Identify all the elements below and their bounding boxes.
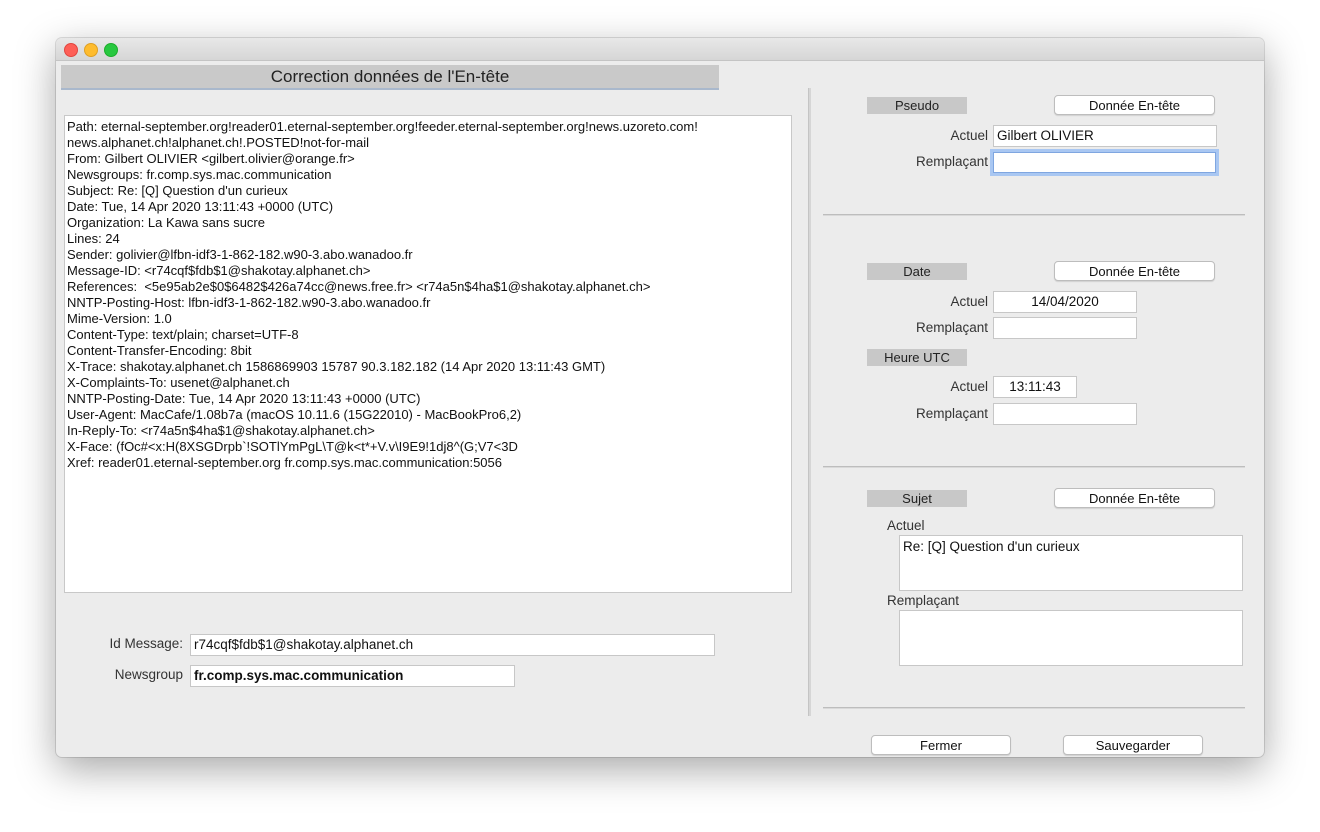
pseudo-remplacant-input[interactable] [993, 152, 1216, 173]
sujet-remplacant-label: Remplaçant [887, 593, 960, 608]
header-line: X-Trace: shakotay.alphanet.ch 1586869903… [67, 359, 606, 374]
pseudo-actuel-field[interactable]: Gilbert OLIVIER [993, 125, 1217, 147]
sujet-actuel-textarea[interactable]: Re: [Q] Question d'un curieux [899, 535, 1243, 591]
section-separator [823, 466, 1245, 469]
pseudo-actuel-label: Actuel [950, 128, 988, 143]
header-line: From: Gilbert OLIVIER <gilbert.olivier@o… [67, 151, 355, 166]
pseudo-remplacant-label: Remplaçant [915, 154, 988, 169]
header-line: Content-Type: text/plain; charset=UTF-8 [67, 327, 299, 342]
header-line: Path: eternal-september.org!reader01.ete… [67, 119, 698, 134]
date-actuel-label: Actuel [950, 294, 988, 309]
section-separator [823, 707, 1245, 710]
header-line: Subject: Re: [Q] Question d'un curieux [67, 183, 288, 198]
header-line: Sender: golivier@lfbn-idf3-1-862-182.w90… [67, 247, 413, 262]
header-correction-window: Correction données de l'En-tête Path: et… [56, 38, 1264, 757]
headers-text-view[interactable]: Path: eternal-september.org!reader01.ete… [64, 115, 792, 593]
pseudo-header-data-button[interactable]: Donnée En-tête [1054, 95, 1215, 115]
close-window-icon[interactable] [64, 43, 78, 57]
id-message-label: Id Message: [109, 636, 183, 651]
header-line: NNTP-Posting-Host: lfbn-idf3-1-862-182.w… [67, 295, 431, 310]
header-line: Xref: reader01.eternal-september.org fr.… [67, 455, 502, 470]
header-line: Organization: La Kawa sans sucre [67, 215, 265, 230]
header-line: In-Reply-To: <r74a5n$4ha$1@shakotay.alph… [67, 423, 375, 438]
header-line: X-Complaints-To: usenet@alphanet.ch [67, 375, 290, 390]
newsgroup-label: Newsgroup [114, 667, 183, 682]
pseudo-tag: Pseudo [867, 97, 967, 114]
newsgroup-field[interactable]: fr.comp.sys.mac.communication [190, 665, 515, 687]
title-bar[interactable] [56, 38, 1264, 61]
header-line: User-Agent: MacCafe/1.08b7a (macOS 10.11… [67, 407, 522, 422]
save-button[interactable]: Sauvegarder [1063, 735, 1203, 755]
section-separator [823, 214, 1245, 217]
heure-actuel-field[interactable]: 13:11:43 [993, 376, 1077, 398]
zoom-window-icon[interactable] [104, 43, 118, 57]
id-message-field[interactable]: r74cqf$fdb$1@shakotay.alphanet.ch [190, 634, 715, 656]
header-line: Mime-Version: 1.0 [67, 311, 172, 326]
page-title: Correction données de l'En-tête [61, 65, 719, 90]
date-header-data-button[interactable]: Donnée En-tête [1054, 261, 1215, 281]
date-tag: Date [867, 263, 967, 280]
heure-remplacant-input[interactable] [993, 403, 1137, 425]
header-line: NNTP-Posting-Date: Tue, 14 Apr 2020 13:1… [67, 391, 421, 406]
header-line: Newsgroups: fr.comp.sys.mac.communicatio… [67, 167, 332, 182]
header-line: X-Face: (fOc#<x:H(8XSGDrpb`!SOTlYmPgL\T@… [67, 439, 518, 454]
header-line: Lines: 24 [67, 231, 120, 246]
header-line: References: <5e95ab2e$0$6482$426a74cc@ne… [67, 279, 651, 294]
sujet-remplacant-textarea[interactable] [899, 610, 1243, 666]
sujet-actuel-label: Actuel [887, 518, 925, 533]
heure-utc-tag: Heure UTC [867, 349, 967, 366]
minimize-window-icon[interactable] [84, 43, 98, 57]
sujet-tag: Sujet [867, 490, 967, 507]
sujet-header-data-button[interactable]: Donnée En-tête [1054, 488, 1215, 508]
heure-remplacant-label: Remplaçant [915, 406, 988, 421]
close-button[interactable]: Fermer [871, 735, 1011, 755]
date-remplacant-input[interactable] [993, 317, 1137, 339]
vertical-separator [808, 88, 811, 716]
header-line: Message-ID: <r74cqf$fdb$1@shakotay.alpha… [67, 263, 371, 278]
header-line: Content-Transfer-Encoding: 8bit [67, 343, 252, 358]
header-line: news.alphanet.ch!alphanet.ch!.POSTED!not… [67, 135, 370, 150]
header-line: Date: Tue, 14 Apr 2020 13:11:43 +0000 (U… [67, 199, 334, 214]
heure-actuel-label: Actuel [950, 379, 988, 394]
date-actuel-field[interactable]: 14/04/2020 [993, 291, 1137, 313]
date-remplacant-label: Remplaçant [915, 320, 988, 335]
